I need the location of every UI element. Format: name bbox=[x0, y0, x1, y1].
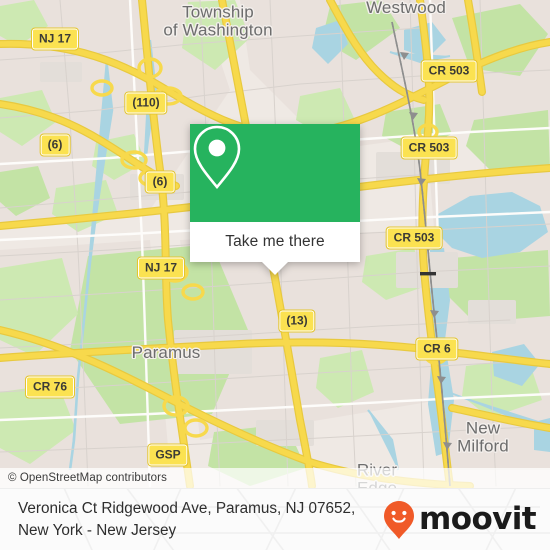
address-line-1: Veronica Ct Ridgewood Ave, Paramus, NJ 0… bbox=[18, 499, 356, 517]
take-me-there-label: Take me there bbox=[225, 233, 325, 250]
attribution-text: © OpenStreetMap contributors bbox=[8, 472, 167, 484]
moovit-smiley-pin-icon bbox=[384, 500, 415, 539]
road-shield-cr-76[interactable]: CR 76 bbox=[24, 375, 76, 399]
map-canvas[interactable]: .bg { fill:#efe9e4; } .resi { fill:#e9e1… bbox=[0, 0, 550, 488]
place-label-westwood: Westwood bbox=[366, 0, 446, 17]
road-shield-cr-503-south[interactable]: CR 503 bbox=[385, 226, 443, 250]
road-shield-cr-6[interactable]: CR 6 bbox=[415, 337, 459, 361]
road-shield-110[interactable]: (110) bbox=[124, 91, 168, 115]
road-shield-gsp[interactable]: GSP bbox=[147, 443, 189, 467]
map-attribution[interactable]: © OpenStreetMap contributors bbox=[0, 468, 550, 488]
road-shield-6-west[interactable]: (6) bbox=[39, 133, 71, 157]
take-me-there-button[interactable]: Take me there bbox=[190, 222, 360, 262]
address-line-2: New York - New Jersey bbox=[18, 521, 177, 539]
location-callout-card[interactable]: Take me there bbox=[190, 124, 360, 275]
road-shield-6-center[interactable]: (6) bbox=[144, 170, 176, 194]
moovit-wordmark: moovit bbox=[419, 501, 537, 537]
place-label-township-of-washington: Township of Washington bbox=[163, 2, 273, 40]
place-label-paramus: Paramus bbox=[131, 342, 201, 362]
road-shield-13[interactable]: (13) bbox=[278, 309, 316, 333]
map-screenshot: .bg { fill:#efe9e4; } .resi { fill:#e9e1… bbox=[0, 0, 550, 550]
road-shield-cr-503-mid[interactable]: CR 503 bbox=[400, 136, 458, 160]
callout-header bbox=[190, 124, 360, 222]
location-address: Veronica Ct Ridgewood Ave, Paramus, NJ 0… bbox=[18, 498, 355, 541]
road-shield-nj-17-south[interactable]: NJ 17 bbox=[136, 256, 186, 280]
road-shield-cr-503-north[interactable]: CR 503 bbox=[420, 59, 478, 83]
moovit-brand[interactable]: moovit bbox=[383, 500, 537, 540]
place-label-new-milford: New Milford bbox=[457, 418, 509, 456]
footer-bar: Veronica Ct Ridgewood Ave, Paramus, NJ 0… bbox=[0, 488, 550, 550]
location-pin-icon bbox=[193, 125, 241, 190]
callout-pointer-tail bbox=[261, 261, 289, 275]
road-shield-nj-17-north[interactable]: NJ 17 bbox=[30, 27, 80, 51]
